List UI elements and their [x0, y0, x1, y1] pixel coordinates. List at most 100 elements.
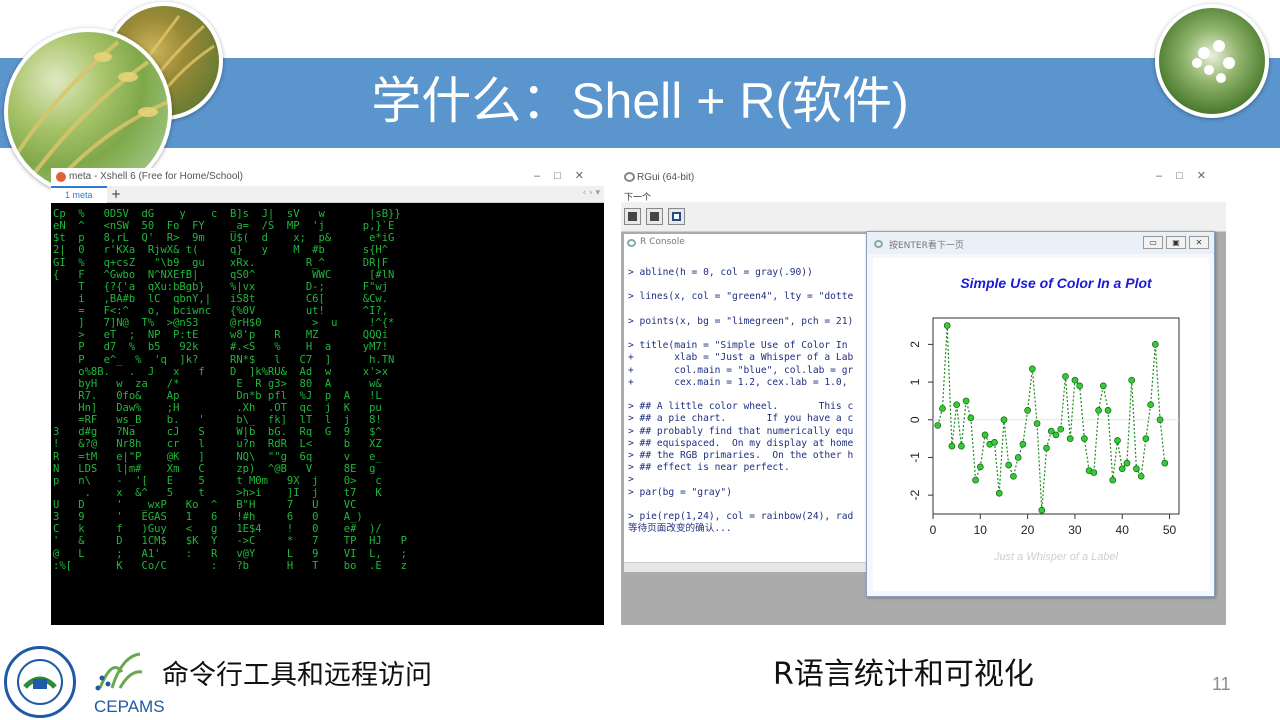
terminal-line: U D ' _wxP Ko ^ B"H 7 U VC — [53, 499, 357, 511]
graphics-window-title: 按ENTER看下一页 — [889, 241, 964, 251]
data-point — [1028, 365, 1036, 373]
data-point — [1123, 459, 1131, 467]
rgui-window[interactable]: RGui (64-bit) –□✕ 下一个 R Console > abline… — [621, 168, 1226, 625]
y-tick-label: 0 — [908, 416, 922, 423]
data-point — [958, 442, 965, 450]
graphics-window[interactable]: 按ENTER看下一页 ▭ ▣ ✕ Simple Use of Color In a … — [866, 231, 1215, 597]
terminal-line: = F<:^ o, bciwnc {%0V ut! ^I?, — [53, 305, 389, 317]
terminal-line: { F ^Gwbo N^NXEfB| qS0^ WWC [#lN — [53, 268, 395, 281]
xshell-window[interactable]: meta - Xshell 6 (Free for Home/School) –… — [51, 168, 604, 625]
data-point — [1076, 382, 1084, 390]
terminal-line: P d7 % b5 92k #.<S % H a yM7! — [53, 341, 389, 354]
terminal-line: 3 9 ' EGAS 1 6 !#h 6 0 A_) — [53, 511, 363, 524]
y-tick-label: -1 — [908, 452, 922, 463]
data-point — [1090, 469, 1098, 476]
xshell-app-icon — [56, 172, 66, 182]
data-point — [1052, 431, 1060, 439]
terminal-line: $t p 8,rL Q' R> 9m U$( d x; p& e*iG — [53, 232, 395, 245]
data-point — [1151, 341, 1159, 348]
data-point — [948, 442, 956, 450]
plot-area: Simple Use of Color In a Plot 0 10 20 30 40 50… — [873, 258, 1209, 591]
data-point — [1019, 440, 1027, 448]
data-point — [1133, 465, 1140, 473]
x-tick-label: 0 — [930, 523, 937, 537]
data-point — [953, 401, 961, 409]
minimize-button[interactable]: ▭ — [1143, 236, 1163, 249]
rgui-menu-next[interactable]: 下一个 — [621, 187, 1226, 203]
data-point — [981, 431, 989, 439]
horizontal-scrollbar[interactable] — [624, 562, 872, 572]
close-button[interactable]: ✕ — [1189, 236, 1209, 249]
console-line: > ## effect is near perfect. — [628, 462, 790, 474]
rgui-window-controls[interactable]: –□✕ — [1156, 169, 1220, 182]
data-point — [1161, 459, 1169, 467]
print-icon[interactable] — [646, 208, 663, 225]
new-tab-plus-icon[interactable]: + — [111, 187, 121, 201]
terminal-line: Hn] Daw% ;H .Xh .OT qc j K pu — [53, 402, 382, 414]
terminal-line: =RF ws_B b. ' b\_ fk] lT l j 8! — [53, 414, 382, 427]
data-point — [1010, 472, 1017, 480]
console-line: > ## a pie chart. If you have a c — [628, 413, 854, 425]
data-point — [1038, 506, 1046, 514]
terminal-line: N LDS l|m# Xm C zp) ^@B V 8E g — [53, 462, 376, 475]
console-line: > par(bg = "gray") — [628, 486, 732, 498]
console-line: > pie(rep(1,24), col = rainbow(24), rad — [628, 511, 854, 523]
data-point — [1114, 437, 1121, 444]
terminal-line: ' & D 1CM$ $K Y ->C * 7 TP HJ P — [53, 535, 408, 548]
maximize-button[interactable]: ▣ — [1166, 236, 1186, 249]
graphics-window-controls: ▭ ▣ ✕ — [1140, 236, 1209, 249]
data-point — [1081, 435, 1088, 442]
y-tick-label: 1 — [908, 378, 922, 385]
cepams-logo-text: CEPAMS — [94, 697, 165, 716]
data-point — [1104, 406, 1112, 414]
copy-metafile-icon[interactable] — [624, 208, 641, 225]
terminal-output[interactable]: Cp % 0D5V dG y c B]s J| sV w |sB}} eN ^ <… — [53, 208, 602, 625]
terminal-line: T {?{'a qXu:bBgb} %|vx D-; F"wj — [53, 280, 389, 293]
terminal-line: 3 d#g ?Na cJ S W|b bG. Rq G 9 $^ — [53, 426, 382, 439]
rgui-titlebar: RGui (64-bit) –□✕ — [621, 168, 1226, 187]
r-console-window[interactable]: R Console > abline(h = 0, col = gray(.90… — [623, 233, 873, 573]
r-console-icon — [627, 239, 636, 247]
graphics-window-icon — [874, 240, 883, 248]
data-point — [1147, 401, 1154, 409]
window-controls[interactable]: –□✕ — [534, 169, 598, 182]
console-line: + xlab = "Just a Whisper of a Lab — [628, 352, 854, 364]
terminal-line: Cp % 0D5V dG y c B]s J| sV w |sB}} — [53, 208, 401, 220]
flower-photo — [1155, 4, 1269, 118]
terminal-line: P e^_ % 'q ]k? RN*$ l C7 ] h.TN — [53, 353, 395, 366]
x-tick-label: 20 — [1021, 523, 1035, 537]
terminal-line: C k f )Guy < g 1E$4 ! 0 e# )/ — [53, 523, 382, 536]
r-console-titlebar: R Console — [624, 234, 872, 252]
data-point — [1014, 454, 1022, 461]
data-point — [967, 414, 975, 422]
data-point — [1137, 472, 1145, 480]
x-tick-label: 10 — [974, 523, 988, 537]
r-console-title: R Console — [640, 237, 685, 247]
terminal-line: p n\ - '[ E 5 t M0m 9X j 0> c — [53, 474, 382, 487]
data-point — [1095, 406, 1102, 414]
terminal-line: R7. 0fo& Ap Dn*b pfl %J p A !L — [53, 389, 382, 402]
xshell-titlebar: meta - Xshell 6 (Free for Home/School) –… — [51, 168, 604, 186]
data-point — [962, 397, 970, 405]
console-line: > lines(x, col = "green4", lty = "dotte — [628, 291, 854, 303]
tab-meta[interactable]: 1 meta — [51, 186, 107, 203]
terminal-line: :%[ K Co/C : ?b H T bo .E z — [53, 559, 408, 572]
tab-nav-arrows-icon[interactable]: ‹ › ▾ — [583, 188, 600, 198]
window-icon[interactable] — [668, 208, 685, 225]
data-point — [1142, 435, 1150, 442]
data-point — [1043, 444, 1050, 452]
r-console-output[interactable]: > abline(h = 0, col = gray(.90)) > lines… — [628, 267, 873, 567]
page-number: 11 — [1212, 674, 1231, 694]
console-line: + col.main = "blue", col.lab = gr — [628, 364, 854, 376]
data-point — [1071, 376, 1079, 384]
data-point — [1000, 416, 1008, 424]
console-line: > ## probably find that numerically equ — [628, 425, 854, 437]
data-point — [934, 422, 942, 429]
terminal-line: i ,BA#b lC qbnY,| iS8t C6[ &Cw. — [53, 292, 389, 305]
terminal-line: o%8B. . J x f D ]k%RU& Ad w x'>x — [53, 365, 389, 378]
terminal-line: eN ^ <nSW 50 Fo FY _a= /S MP 'j p,}`E — [53, 220, 395, 233]
data-point — [1128, 376, 1136, 384]
